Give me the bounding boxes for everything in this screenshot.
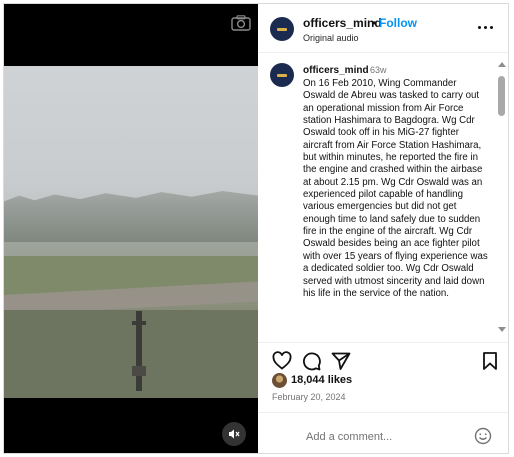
post-header: officers_mind • Follow Original audio [258,4,508,53]
scrollbar-thumb[interactable] [498,76,505,116]
caption-timestamp: 63w [370,65,387,75]
send-icon[interactable] [331,351,351,371]
avatar[interactable] [270,17,294,41]
audio-label[interactable]: Original audio [303,33,359,43]
post-dialog: officers_mind • Follow Original audio of… [3,3,509,454]
header-username[interactable]: officers_mind [303,16,382,30]
caption-username[interactable]: officers_mind [303,65,369,76]
likes-count[interactable]: 18,044 likes [291,374,352,386]
video-runway [4,242,258,256]
caption-avatar[interactable] [270,63,294,87]
video-pole [132,311,146,391]
post-date: February 20, 2024 [272,392,346,402]
scroll-down-icon[interactable] [498,327,506,332]
speaker-muted-icon [229,429,240,439]
video-treeline [4,190,258,242]
caption-area[interactable]: officers_mind 63w On 16 Feb 2010, Wing C… [258,52,508,342]
comment-bar: Add a comment... [258,412,508,453]
action-bar [258,342,508,373]
mute-button[interactable] [222,422,246,446]
video-frame[interactable] [4,66,258,398]
media-pane[interactable] [4,4,258,453]
details-panel: officers_mind • Follow Original audio of… [258,4,508,453]
caption-text: On 16 Feb 2010, Wing Commander Oswald de… [303,78,488,299]
scroll-up-icon[interactable] [498,62,506,67]
more-options-icon[interactable] [478,24,496,30]
comment-input[interactable]: Add a comment... [306,431,392,443]
follow-button[interactable]: Follow [379,16,417,30]
caption-scrollbar[interactable] [496,58,508,336]
emoji-icon[interactable] [474,427,492,445]
camera-icon[interactable] [231,15,251,31]
video-grass [4,310,258,398]
comment-icon[interactable] [301,351,321,371]
header-separator: • [372,16,377,30]
heart-icon[interactable] [272,351,292,371]
liker-avatar[interactable] [272,373,287,388]
bookmark-icon[interactable] [480,351,500,371]
